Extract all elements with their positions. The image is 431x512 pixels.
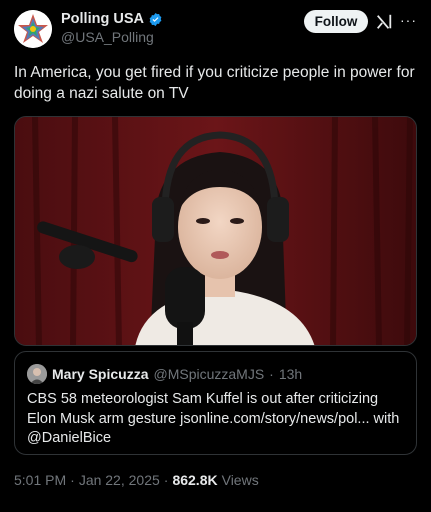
video-still-image <box>15 117 416 345</box>
views-count[interactable]: 862.8K <box>172 472 217 488</box>
more-options-icon[interactable]: ··· <box>400 12 417 28</box>
tweet-media-image[interactable] <box>14 116 417 346</box>
meta-separator: · <box>70 472 75 488</box>
tweet-header: Polling USA @USA_Polling Follow ··· <box>14 10 421 50</box>
author-display-name[interactable]: Polling USA <box>61 11 144 27</box>
tweet-date[interactable]: Jan 22, 2025 <box>79 472 160 488</box>
tweet-text: In America, you get fired if you critici… <box>14 64 415 102</box>
follow-button[interactable]: Follow <box>304 10 368 33</box>
quoted-avatar-image <box>27 364 47 384</box>
quoted-tweet-header: Mary Spicuzza @MSpicuzzaMJS · 13h <box>27 364 302 384</box>
quoted-author-name[interactable]: Mary Spicuzza <box>52 366 148 382</box>
quoted-author-avatar[interactable] <box>27 364 47 384</box>
tweet-meta: 5:01 PM · Jan 22, 2025 · 862.8K Views <box>14 472 259 488</box>
quoted-tweet-text: CBS 58 meteorologist Sam Kuffel is out a… <box>27 391 400 446</box>
verified-badge-icon <box>149 12 162 26</box>
quoted-author-handle[interactable]: @MSpicuzzaMJS <box>153 366 264 382</box>
quoted-tweet[interactable]: Mary Spicuzza @MSpicuzzaMJS · 13h CBS 58… <box>14 351 417 455</box>
tweet-time[interactable]: 5:01 PM <box>14 472 66 488</box>
views-label: Views <box>221 472 259 488</box>
polling-logo-icon <box>14 10 52 48</box>
quoted-time[interactable]: 13h <box>279 366 302 382</box>
author-avatar[interactable] <box>14 10 52 48</box>
grok-icon[interactable] <box>375 13 393 31</box>
author-names: Polling USA @USA_Polling <box>61 11 163 45</box>
author-handle[interactable]: @USA_Polling <box>61 29 163 45</box>
meta-separator: · <box>163 472 169 488</box>
quoted-separator: · <box>269 366 274 382</box>
